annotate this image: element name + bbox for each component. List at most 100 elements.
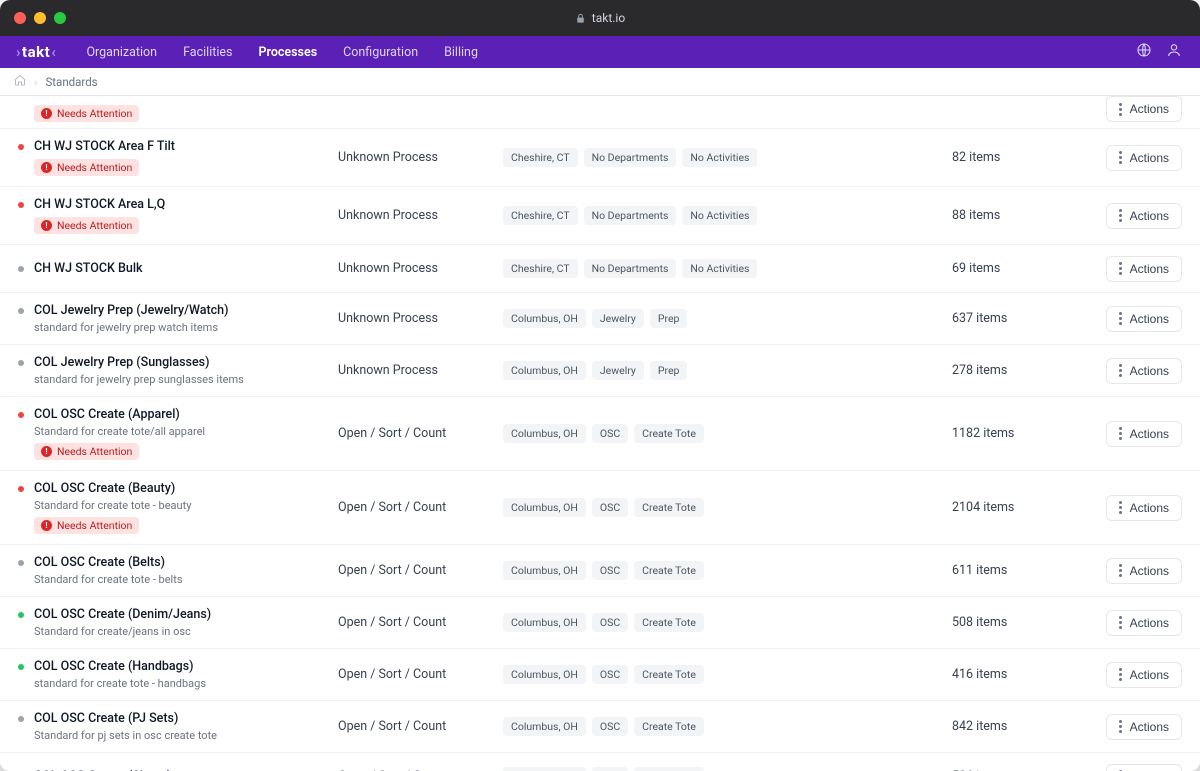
item-count: 508 items — [952, 615, 1082, 630]
item-count: 278 items — [952, 363, 1082, 378]
needs-attention-badge: !Needs Attention — [34, 443, 139, 460]
tag: Columbus, OH — [503, 361, 586, 380]
row-title: COL OSC Create (Beauty) — [34, 481, 191, 496]
table-row[interactable]: COL OSC Create (PJ Sets)Standard for pj … — [0, 701, 1200, 753]
table-row[interactable]: CH WJ STOCK Area L,Q!Needs AttentionUnkn… — [0, 187, 1200, 245]
nav-item-processes[interactable]: Processes — [246, 39, 329, 66]
tag: Columbus, OH — [503, 767, 586, 771]
table-row[interactable]: COL OSC Create (Shoes)Open / Sort / Coun… — [0, 753, 1200, 771]
tag: No Departments — [584, 206, 677, 225]
name-block: COL OSC Create (Handbags)standard for cr… — [34, 659, 206, 690]
tag: Create Tote — [634, 613, 704, 632]
row-main: COL OSC Create (Denim/Jeans)Standard for… — [18, 607, 338, 638]
actions-button[interactable]: Actions — [1106, 203, 1182, 229]
tag: Create Tote — [634, 498, 704, 517]
row-title: COL OSC Create (Handbags) — [34, 659, 206, 674]
actions-button[interactable]: Actions — [1106, 662, 1182, 688]
actions-cell: Actions — [1082, 558, 1182, 584]
item-count: 69 items — [952, 261, 1082, 276]
actions-cell: Actions — [1082, 764, 1182, 771]
tag: Jewelry — [592, 361, 644, 380]
nav-item-organization[interactable]: Organization — [74, 39, 169, 66]
name-block: COL OSC Create (Beauty)Standard for crea… — [34, 481, 191, 534]
home-icon[interactable] — [14, 74, 26, 89]
actions-button[interactable]: Actions — [1106, 256, 1182, 282]
actions-button[interactable]: Actions — [1106, 145, 1182, 171]
globe-icon[interactable] — [1136, 42, 1152, 62]
name-block: CH WJ STOCK Area F Tilt!Needs Attention — [34, 139, 175, 176]
actions-button[interactable]: Actions — [1106, 610, 1182, 636]
tag: No Activities — [682, 259, 757, 278]
actions-button[interactable]: Actions — [1106, 714, 1182, 740]
nav-item-billing[interactable]: Billing — [432, 39, 490, 66]
status-dot — [18, 266, 24, 272]
url-text: takt.io — [592, 11, 625, 25]
table-row[interactable]: CH WJ STOCK BulkUnknown ProcessCheshire,… — [0, 245, 1200, 293]
item-count: 2104 items — [952, 500, 1082, 515]
actions-button[interactable]: Actions — [1106, 358, 1182, 384]
user-icon[interactable] — [1166, 42, 1182, 62]
logo[interactable]: takt — [16, 43, 56, 61]
status-dot — [18, 716, 24, 722]
tag: Cheshire, CT — [503, 259, 578, 278]
table-row[interactable]: COL Jewelry Prep (Jewelry/Watch)standard… — [0, 293, 1200, 345]
tag: No Activities — [682, 148, 757, 167]
row-title: COL OSC Create (Denim/Jeans) — [34, 607, 211, 622]
tag: OSC — [592, 767, 628, 771]
actions-label: Actions — [1130, 501, 1169, 515]
tag: Prep — [650, 309, 688, 328]
actions-label: Actions — [1130, 616, 1169, 630]
more-icon — [1119, 151, 1122, 164]
tag-list: Columbus, OHOSCCreate Tote — [503, 613, 952, 632]
tag: Columbus, OH — [503, 665, 586, 684]
actions-button[interactable]: Actions — [1106, 558, 1182, 584]
table-row[interactable]: COL OSC Create (Belts)Standard for creat… — [0, 545, 1200, 597]
name-block: COL OSC Create (Belts)Standard for creat… — [34, 555, 183, 586]
tag-list: Columbus, OHJewelryPrep — [503, 309, 952, 328]
nav-item-configuration[interactable]: Configuration — [331, 39, 430, 66]
tag: OSC — [592, 717, 628, 736]
tag: Cheshire, CT — [503, 206, 578, 225]
minimize-window-button[interactable] — [34, 12, 46, 24]
table-row[interactable]: COL OSC Create (Beauty)Standard for crea… — [0, 471, 1200, 545]
nav-item-facilities[interactable]: Facilities — [171, 39, 244, 66]
more-icon — [1119, 501, 1122, 514]
breadcrumb: › Standards — [0, 68, 1200, 96]
status-dot — [18, 360, 24, 366]
close-window-button[interactable] — [14, 12, 26, 24]
alert-icon: ! — [41, 220, 52, 231]
row-subtitle: Standard for pj sets in osc create tote — [34, 729, 217, 742]
table-row[interactable]: COL OSC Create (Apparel)Standard for cre… — [0, 397, 1200, 471]
row-subtitle: standard for jewelry prep watch items — [34, 321, 229, 334]
maximize-window-button[interactable] — [54, 12, 66, 24]
needs-attention-badge: !Needs Attention — [34, 159, 139, 176]
address-bar: takt.io — [0, 11, 1200, 25]
actions-button[interactable]: Actions — [1106, 421, 1182, 447]
breadcrumb-current[interactable]: Standards — [45, 75, 97, 89]
name-block: COL OSC Create (PJ Sets)Standard for pj … — [34, 711, 217, 742]
tag-list: Columbus, OHJewelryPrep — [503, 361, 952, 380]
more-icon — [1119, 427, 1122, 440]
actions-label: Actions — [1130, 427, 1169, 441]
tag-list: Columbus, OHOSCCreate Tote — [503, 665, 952, 684]
tag: Cheshire, CT — [503, 148, 578, 167]
table-row[interactable]: COL Jewelry Prep (Sunglasses)standard fo… — [0, 345, 1200, 397]
table-row[interactable]: COL OSC Create (Handbags)standard for cr… — [0, 649, 1200, 701]
row-title: CH WJ STOCK Bulk — [34, 261, 143, 276]
tag-list: Cheshire, CTNo DepartmentsNo Activities — [503, 148, 952, 167]
row-main: COL Jewelry Prep (Jewelry/Watch)standard… — [18, 303, 338, 334]
table-row[interactable]: COL OSC Create (Denim/Jeans)Standard for… — [0, 597, 1200, 649]
window-controls — [14, 12, 66, 24]
needs-attention-label: Needs Attention — [57, 519, 132, 532]
actions-button[interactable]: Actions — [1106, 764, 1182, 771]
actions-label: Actions — [1130, 364, 1169, 378]
actions-button[interactable]: Actions — [1106, 495, 1182, 521]
table-row[interactable]: CH WJ STOCK Area F Tilt!Needs AttentionU… — [0, 129, 1200, 187]
actions-button[interactable]: Actions — [1106, 96, 1182, 122]
row-main: CH WJ STOCK Area L,Q!Needs Attention — [18, 197, 338, 234]
actions-cell: Actions — [1082, 714, 1182, 740]
table-row[interactable]: !Needs AttentionActions — [0, 96, 1200, 129]
name-block: COL Jewelry Prep (Sunglasses)standard fo… — [34, 355, 244, 386]
actions-button[interactable]: Actions — [1106, 306, 1182, 332]
actions-cell: Actions — [1082, 358, 1182, 384]
